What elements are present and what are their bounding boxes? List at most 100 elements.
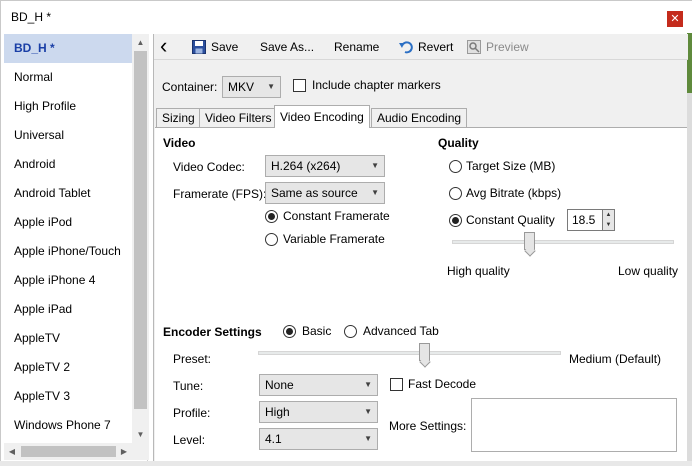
title-bar: BD_H * ✕: [1, 1, 692, 33]
tune-value: None: [265, 378, 294, 392]
chapter-markers-label: Include chapter markers: [312, 78, 441, 92]
quality-heading: Quality: [438, 136, 479, 150]
encoder-settings-heading: Encoder Settings: [163, 325, 262, 339]
constant-quality-stepper[interactable]: 18.5 ▲ ▼: [567, 209, 615, 231]
more-settings-label: More Settings:: [389, 419, 467, 433]
stepper-down-icon[interactable]: ▼: [603, 220, 614, 230]
scroll-down-icon[interactable]: ▼: [132, 426, 149, 443]
preset-item-bd-h[interactable]: BD_H *: [4, 34, 132, 63]
preset-item-normal[interactable]: Normal: [4, 63, 132, 92]
framerate-dropdown[interactable]: Same as source ▼: [265, 182, 385, 204]
preview-label: Preview: [486, 40, 529, 54]
level-dropdown[interactable]: 4.1 ▼: [259, 428, 378, 450]
app-window: BD_H * ✕ BD_H * Normal High Profile Univ…: [0, 0, 692, 466]
revert-button[interactable]: Revert: [399, 34, 453, 60]
preset-item-android-tablet[interactable]: Android Tablet: [4, 179, 132, 208]
sidebar-vertical-scrollbar[interactable]: ▲ ▼: [132, 34, 149, 443]
quality-slider-track[interactable]: [452, 240, 674, 244]
variable-framerate-label: Variable Framerate: [283, 232, 385, 246]
constant-framerate-radio[interactable]: [265, 210, 278, 223]
tab-audio-encoding[interactable]: Audio Encoding: [371, 108, 468, 128]
variable-framerate-radio[interactable]: [265, 233, 278, 246]
chapter-markers-checkbox[interactable]: [293, 79, 306, 92]
tab-sizing[interactable]: Sizing: [156, 108, 201, 128]
tab-video-filters[interactable]: Video Filters: [199, 108, 278, 128]
constant-quality-radio[interactable]: [449, 214, 462, 227]
video-codec-dropdown[interactable]: H.264 (x264) ▼: [265, 155, 385, 177]
preset-item-apple-iphone-touch[interactable]: Apple iPhone/Touch: [4, 237, 132, 266]
video-codec-value: H.264 (x264): [271, 159, 341, 173]
stepper-buttons[interactable]: ▲ ▼: [603, 209, 615, 231]
low-quality-label: Low quality: [618, 264, 679, 278]
preset-item-appletv-2[interactable]: AppleTV 2: [4, 353, 132, 382]
preset-label: Preset:: [173, 352, 212, 366]
preset-item-apple-ipod[interactable]: Apple iPod: [4, 208, 132, 237]
target-size-radio[interactable]: [449, 160, 462, 173]
preset-list: BD_H * Normal High Profile Universal And…: [4, 34, 132, 443]
constant-framerate-label: Constant Framerate: [283, 209, 390, 223]
chevron-down-icon: ▼: [364, 380, 372, 389]
sidebar-horizontal-scrollbar[interactable]: ◀ ▶: [4, 443, 149, 460]
level-value: 4.1: [265, 432, 282, 446]
toolbar: ‹ Save Save As... Rename Revert Preview: [154, 34, 688, 60]
preset-item-appletv-3[interactable]: AppleTV 3: [4, 382, 132, 411]
preset-item-apple-ipad[interactable]: Apple iPad: [4, 295, 132, 324]
back-icon[interactable]: ‹: [160, 34, 167, 60]
profile-value: High: [265, 405, 290, 419]
container-dropdown[interactable]: MKV ▼: [222, 76, 281, 98]
advanced-tab-label: Advanced Tab: [363, 324, 439, 338]
high-quality-label: High quality: [447, 264, 510, 278]
preset-item-appletv[interactable]: AppleTV: [4, 324, 132, 353]
rename-button[interactable]: Rename: [334, 34, 379, 60]
framerate-value: Same as source: [271, 186, 358, 200]
preset-slider-track[interactable]: [258, 351, 561, 355]
preset-item-android[interactable]: Android: [4, 150, 132, 179]
scroll-left-icon[interactable]: ◀: [4, 443, 20, 460]
save-button[interactable]: Save: [192, 34, 238, 60]
tune-dropdown[interactable]: None ▼: [259, 374, 378, 396]
profile-dropdown[interactable]: High ▼: [259, 401, 378, 423]
quality-slider-thumb[interactable]: [523, 232, 535, 250]
background-window-edge-lower: [687, 93, 692, 463]
save-label: Save: [211, 40, 239, 54]
scroll-up-icon[interactable]: ▲: [132, 34, 149, 51]
scroll-right-icon[interactable]: ▶: [116, 443, 132, 460]
more-settings-textarea[interactable]: [471, 398, 677, 452]
preview-icon: [467, 40, 481, 54]
tab-strip: Sizing Video Filters Video Encoding Audi…: [154, 105, 688, 128]
chevron-down-icon: ▼: [364, 434, 372, 443]
basic-radio[interactable]: [283, 325, 296, 338]
save-as-button[interactable]: Save As...: [260, 34, 314, 60]
preset-slider-thumb[interactable]: [418, 343, 430, 361]
basic-label: Basic: [302, 324, 332, 338]
preset-item-high-profile[interactable]: High Profile: [4, 92, 132, 121]
preset-item-apple-iphone-4[interactable]: Apple iPhone 4: [4, 266, 132, 295]
chevron-down-icon: ▼: [267, 82, 275, 91]
fast-decode-checkbox[interactable]: [390, 378, 403, 391]
scroll-thumb-horizontal[interactable]: [21, 446, 116, 457]
fast-decode-label: Fast Decode: [408, 377, 477, 391]
preset-item-universal[interactable]: Universal: [4, 121, 132, 150]
floppy-disk-icon: [192, 40, 206, 54]
video-heading: Video: [163, 136, 196, 150]
tab-video-encoding[interactable]: Video Encoding: [274, 105, 370, 128]
avg-bitrate-label: Avg Bitrate (kbps): [466, 186, 562, 200]
preset-value: Medium (Default): [569, 352, 662, 366]
chevron-down-icon: ▼: [371, 161, 379, 170]
stepper-up-icon[interactable]: ▲: [603, 210, 614, 220]
constant-quality-label: Constant Quality: [466, 213, 555, 227]
window-title: BD_H *: [11, 10, 52, 24]
scroll-thumb[interactable]: [134, 51, 147, 409]
undo-icon: [399, 41, 413, 54]
profile-label: Profile:: [173, 406, 211, 420]
advanced-tab-radio[interactable]: [344, 325, 357, 338]
constant-quality-value[interactable]: 18.5: [567, 209, 603, 231]
target-size-label: Target Size (MB): [466, 159, 556, 173]
preset-item-windows-phone-7[interactable]: Windows Phone 7: [4, 411, 132, 440]
preview-button[interactable]: Preview: [467, 34, 529, 60]
tune-label: Tune:: [173, 379, 204, 393]
video-codec-label: Video Codec:: [173, 160, 245, 174]
avg-bitrate-radio[interactable]: [449, 187, 462, 200]
revert-label: Revert: [418, 40, 454, 54]
close-button[interactable]: ✕: [667, 11, 683, 27]
